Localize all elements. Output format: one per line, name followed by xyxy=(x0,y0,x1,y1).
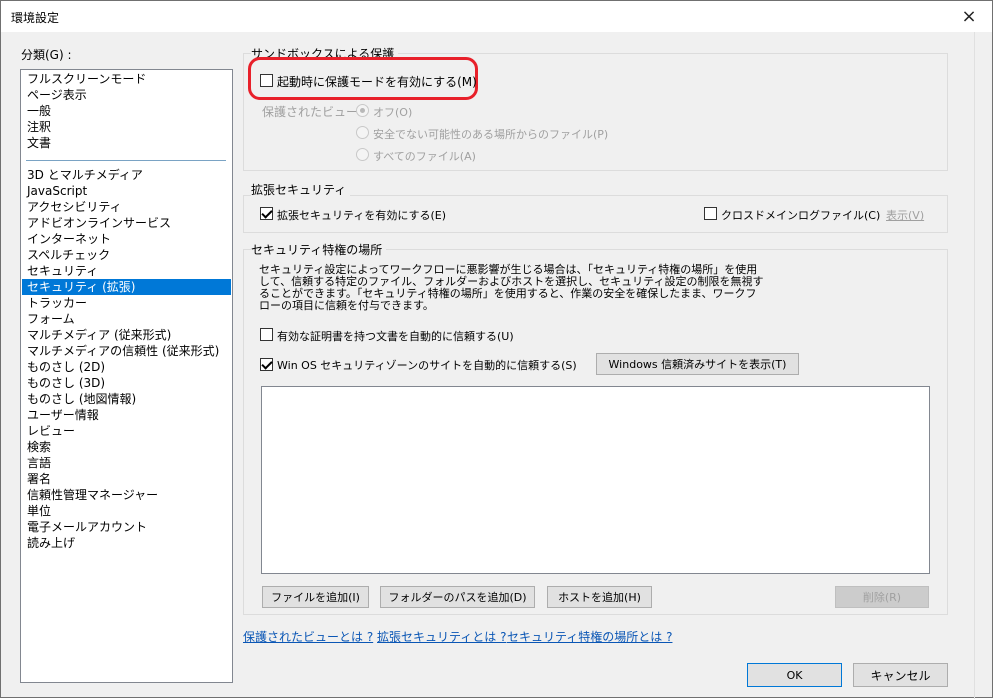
description-line: ローの項目に信頼を付与できます。 xyxy=(259,299,434,312)
category-item[interactable]: 文書 xyxy=(22,135,231,151)
enhanced-security-title: 拡張セキュリティ xyxy=(251,181,351,198)
category-item[interactable]: 単位 xyxy=(22,503,231,519)
category-list[interactable]: フルスクリーンモード ページ表示 一般 注釈 文書 3D とマルチメディア Ja… xyxy=(20,69,233,683)
close-icon[interactable]: × xyxy=(946,1,992,32)
privileged-locations-list[interactable] xyxy=(261,386,930,574)
category-item[interactable]: ページ表示 xyxy=(22,87,231,103)
protected-view-all-radio[interactable] xyxy=(356,148,369,161)
category-item[interactable]: JavaScript xyxy=(22,183,231,199)
crossdomain-log-checkbox[interactable] xyxy=(704,207,717,220)
category-item[interactable]: 一般 xyxy=(22,103,231,119)
category-item[interactable]: マルチメディア (従来形式) xyxy=(22,327,231,343)
category-item-selected[interactable]: セキュリティ (拡張) xyxy=(22,279,231,295)
ok-button[interactable]: OK xyxy=(747,663,842,687)
protected-view-off-radio[interactable] xyxy=(356,104,369,117)
trust-winos-label: Win OS セキュリティゾーンのサイトを自動的に信頼する(S) xyxy=(277,359,577,372)
add-file-button[interactable]: ファイルを追加(I) xyxy=(262,586,369,608)
category-item[interactable]: セキュリティ xyxy=(22,263,231,279)
category-item[interactable]: 電子メールアカウント xyxy=(22,519,231,535)
category-item[interactable]: インターネット xyxy=(22,231,231,247)
title-bar: 環境設定 × xyxy=(1,1,992,32)
cancel-button[interactable]: キャンセル xyxy=(853,663,948,687)
category-item[interactable]: ものさし (2D) xyxy=(22,359,231,375)
category-item[interactable]: フルスクリーンモード xyxy=(22,71,231,87)
crossdomain-log-label: クロスドメインログファイル(C) xyxy=(721,209,881,222)
enhanced-security-help-link[interactable]: 拡張セキュリティとは ? xyxy=(377,628,506,645)
category-item[interactable]: 注釈 xyxy=(22,119,231,135)
protected-mode-label: 起動時に保護モードを有効にする(M) xyxy=(277,75,477,89)
category-item[interactable]: ものさし (地図情報) xyxy=(22,391,231,407)
category-item[interactable]: アクセシビリティ xyxy=(22,199,231,215)
enhanced-security-label: 拡張セキュリティを有効にする(E) xyxy=(277,209,446,222)
trust-certificate-label: 有効な証明書を持つ文書を自動的に信頼する(U) xyxy=(277,330,514,343)
trust-winos-checkbox[interactable] xyxy=(260,358,273,371)
category-item[interactable]: マルチメディアの信頼性 (従来形式) xyxy=(22,343,231,359)
protected-view-off-label: オフ(O) xyxy=(373,106,413,119)
view-log-link[interactable]: 表示(V) xyxy=(886,207,924,223)
category-separator xyxy=(26,160,226,161)
category-item[interactable]: 読み上げ xyxy=(22,535,231,551)
trust-certificate-checkbox[interactable] xyxy=(260,328,273,341)
category-item[interactable]: 言語 xyxy=(22,455,231,471)
show-trusted-sites-button[interactable]: Windows 信頼済みサイトを表示(T) xyxy=(596,353,799,375)
category-item[interactable]: トラッカー xyxy=(22,295,231,311)
protected-view-help-link[interactable]: 保護されたビューとは ? xyxy=(243,628,373,645)
category-item[interactable]: 3D とマルチメディア xyxy=(22,167,231,183)
privileged-locations-help-link[interactable]: セキュリティ特権の場所とは ? xyxy=(507,628,672,645)
category-item[interactable]: 信頼性管理マネージャー xyxy=(22,487,231,503)
preferences-dialog: 環境設定 × 分類(G) : フルスクリーンモード ページ表示 一般 注釈 文書… xyxy=(0,0,993,699)
add-folder-path-button[interactable]: フォルダーのパスを追加(D) xyxy=(380,586,535,608)
protected-view-unsafe-radio[interactable] xyxy=(356,126,369,139)
protected-view-all-label: すべてのファイル(A) xyxy=(373,150,476,163)
divider xyxy=(974,32,975,699)
category-item[interactable]: スペルチェック xyxy=(22,247,231,263)
category-item[interactable]: アドビオンラインサービス xyxy=(22,215,231,231)
category-item[interactable]: ものさし (3D) xyxy=(22,375,231,391)
enhanced-security-checkbox[interactable] xyxy=(260,207,273,220)
category-item[interactable]: ユーザー情報 xyxy=(22,407,231,423)
privileged-description: セキュリティ設定によってワークフローに悪影響が生じる場合は、「セキュリティ特権の… xyxy=(259,264,763,312)
category-item[interactable]: レビュー xyxy=(22,423,231,439)
category-item[interactable]: 検索 xyxy=(22,439,231,455)
protected-view-unsafe-label: 安全でない可能性のある場所からのファイル(P) xyxy=(373,128,609,141)
add-host-button[interactable]: ホストを追加(H) xyxy=(547,586,652,608)
delete-button[interactable]: 削除(R) xyxy=(835,586,929,608)
category-item[interactable]: フォーム xyxy=(22,311,231,327)
privileged-locations-title: セキュリティ特権の場所 xyxy=(251,241,387,258)
category-item[interactable]: 署名 xyxy=(22,471,231,487)
categories-label: 分類(G) : xyxy=(21,48,72,62)
window-title: 環境設定 xyxy=(11,11,60,25)
protected-mode-checkbox[interactable] xyxy=(260,74,273,87)
protected-view-label: 保護されたビュー : xyxy=(262,105,366,119)
